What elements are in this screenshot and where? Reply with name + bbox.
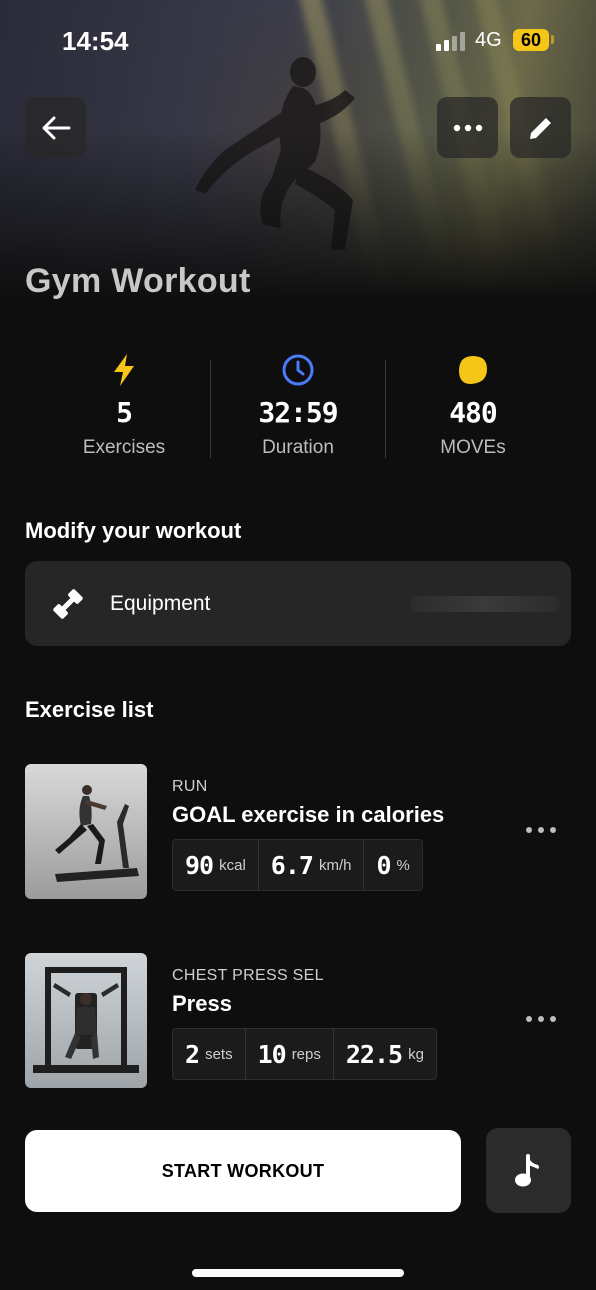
- more-dot-icon: [550, 827, 556, 833]
- battery-indicator: 60: [513, 29, 549, 51]
- more-dot-icon: [538, 1016, 544, 1022]
- more-dot-icon: [550, 1016, 556, 1022]
- arrow-left-icon: [42, 116, 70, 139]
- exercise-name: GOAL exercise in calories: [172, 802, 445, 827]
- equipment-row[interactable]: Equipment: [25, 561, 571, 646]
- metric-value: 22.5: [345, 1039, 403, 1069]
- exercise-metrics: 90 kcal 6.7 km/h 0%: [172, 839, 423, 891]
- metric-value: 2: [185, 1039, 200, 1069]
- stat-value: 32:59: [258, 396, 338, 429]
- metric-value: 10: [257, 1039, 287, 1069]
- exercise-more-button[interactable]: [526, 820, 556, 840]
- exercise-item[interactable]: RUN GOAL exercise in calories 90 kcal 6.7…: [0, 764, 596, 900]
- exercise-name: Press: [172, 991, 232, 1016]
- metric-chip: 0%: [364, 840, 422, 890]
- pencil-icon: [529, 115, 553, 139]
- signal-icon: [436, 32, 465, 51]
- metric-value: 6.7: [270, 850, 314, 880]
- clock-icon: [282, 354, 314, 386]
- metric-chip: 10 reps: [245, 1029, 334, 1079]
- status-bar: 14:54 4G 60: [0, 0, 596, 80]
- more-options-button[interactable]: [437, 97, 498, 158]
- stat-label: Exercises: [82, 437, 166, 458]
- chest-press-thumbnail: [25, 953, 147, 1088]
- dumbbell-icon: [53, 588, 83, 619]
- metric-unit: sets: [205, 1045, 233, 1063]
- stat-exercises: 5 Exercises: [24, 350, 224, 459]
- equipment-loading-bar: [410, 596, 560, 612]
- exercise-list-heading: Exercise list: [25, 697, 154, 722]
- network-label: 4G: [475, 29, 502, 51]
- metric-value: 0: [376, 850, 391, 880]
- stat-duration: 32:59 Duration: [198, 350, 398, 459]
- more-dot-icon: [538, 827, 544, 833]
- home-indicator: [192, 1269, 404, 1277]
- metric-unit: %: [396, 856, 410, 874]
- equipment-label: Equipment: [110, 591, 211, 615]
- exercise-more-button[interactable]: [526, 1009, 556, 1029]
- music-button[interactable]: [486, 1128, 571, 1213]
- status-time: 14:54: [62, 26, 129, 56]
- edit-button[interactable]: [510, 97, 571, 158]
- exercise-item[interactable]: CHEST PRESS SEL Press 2 sets 10 reps 22.5 k…: [0, 953, 596, 1089]
- metric-unit: kg: [408, 1045, 424, 1063]
- stat-label: MOVEs: [440, 437, 506, 458]
- modify-heading: Modify your workout: [25, 518, 242, 543]
- more-dot-icon: [526, 827, 532, 833]
- start-workout-button[interactable]: START WORKOUT: [25, 1130, 461, 1212]
- page-title: Gym Workout: [25, 262, 251, 300]
- metric-chip: 90 kcal: [173, 840, 259, 890]
- workout-stats: 5 Exercises 32:59 Duration 480 MOVEs: [0, 350, 596, 470]
- back-button[interactable]: [25, 97, 86, 158]
- metric-chip: 2 sets: [173, 1029, 246, 1079]
- metric-unit: km/h: [318, 856, 352, 874]
- exercise-metrics: 2 sets 10 reps 22.5 kg: [172, 1028, 437, 1080]
- stat-label: Duration: [262, 437, 334, 458]
- metric-value: 90: [185, 850, 214, 880]
- exercise-category: RUN: [172, 778, 208, 795]
- metric-unit: kcal: [219, 856, 246, 874]
- battery-cap: [551, 35, 554, 44]
- music-note-icon: [514, 1153, 539, 1186]
- lightning-icon: [114, 354, 134, 386]
- metric-unit: reps: [291, 1045, 321, 1063]
- moves-icon: [459, 356, 487, 384]
- treadmill-thumbnail: [25, 764, 147, 899]
- stat-moves: 480 MOVEs: [373, 350, 573, 459]
- metric-chip: 22.5 kg: [333, 1029, 436, 1079]
- stat-value: 5: [116, 396, 133, 429]
- more-dot-icon: [526, 1016, 532, 1022]
- exercise-category: CHEST PRESS SEL: [172, 967, 324, 984]
- metric-chip: 6.7 km/h: [258, 840, 365, 890]
- more-horizontal-icon: [453, 124, 482, 131]
- stat-value: 480: [449, 396, 498, 429]
